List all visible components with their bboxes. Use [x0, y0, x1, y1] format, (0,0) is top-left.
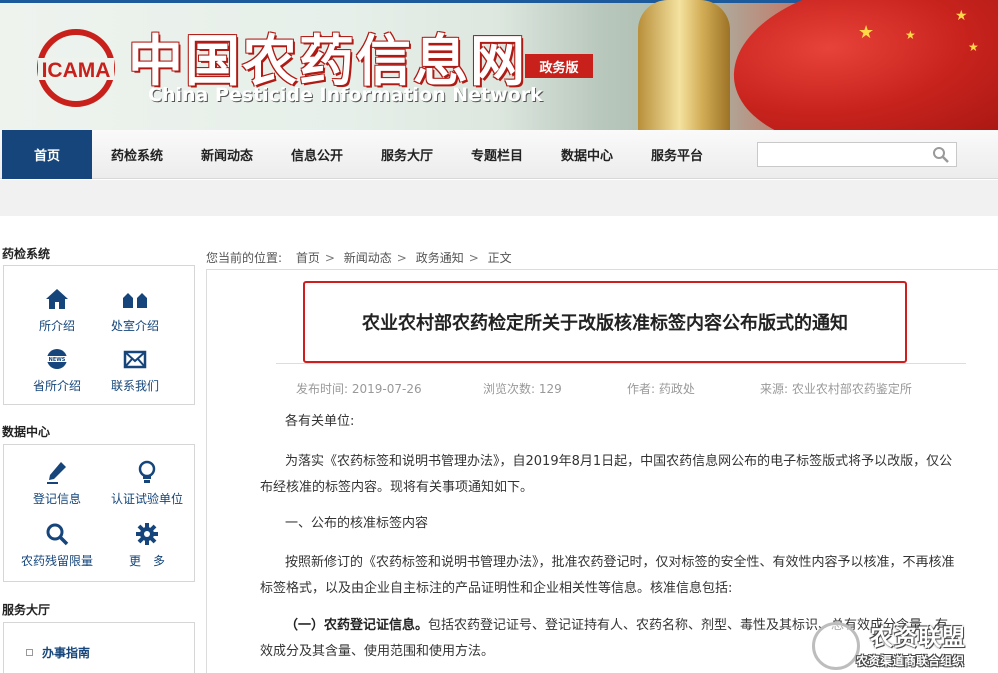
pencil-icon [47, 462, 66, 484]
sidebar-item-certified-test-units[interactable]: 认证试验单位 [102, 459, 192, 507]
nav-item-inspection-system[interactable]: 药检系统 [92, 130, 182, 179]
sidebar-box-service-hall: 办事指南 [3, 622, 195, 673]
site-banner: ★ ★ ★ ★ ICAMA 中国农药信息网 China Pesticide In… [0, 0, 998, 130]
sidebar-item-provincial-intro[interactable]: NEWS 省所介绍 [12, 346, 102, 394]
sidebar-item-label: 联系我们 [110, 379, 159, 393]
news-globe-icon: NEWS [46, 349, 68, 369]
nav-item-service-hall[interactable]: 服务大厅 [362, 130, 452, 179]
title-divider [276, 363, 966, 364]
icama-logo[interactable]: ICAMA [30, 28, 122, 108]
sidebar-item-institute-intro[interactable]: 所介绍 [12, 286, 102, 334]
search-icon [46, 523, 69, 546]
sidebar-section-title: 药检系统 [2, 247, 51, 261]
nav-item-info-disclosure[interactable]: 信息公开 [272, 130, 362, 179]
watermark-sub-text: 农资渠道商联合组织 [856, 654, 965, 668]
watermark-logo-icon [812, 622, 860, 670]
breadcrumb-item-notices[interactable]: 政务通知 [416, 251, 464, 265]
nav-item-news[interactable]: 新闻动态 [182, 130, 272, 179]
article-salutation: 各有关单位: [285, 414, 355, 429]
bullet-icon [26, 649, 33, 656]
sidebar-box-inspection: 所介绍 处室介绍 NEWS 省所介绍 联系我们 [3, 265, 195, 405]
site-subtitle: China Pesticide Information Network [148, 84, 543, 106]
sidebar-item-label: 办事指南 [42, 646, 91, 660]
sidebar-item-more[interactable]: 更 多 [102, 521, 192, 569]
source: 来源: 农业农村部农药鉴定所 [760, 382, 912, 396]
sidebar-item-residue-limits[interactable]: 农药残留限量 [12, 521, 102, 569]
star-icon: ★ [955, 8, 968, 24]
sidebar-item-label: 省所介绍 [32, 379, 81, 393]
svg-text:ICAMA: ICAMA [42, 59, 111, 82]
sidebar-section-title: 数据中心 [2, 425, 51, 439]
sidebar-box-data-center: 登记信息 认证试验单位 农药残留限量 更 多 [3, 444, 195, 582]
breadcrumb-item-home[interactable]: 首页 [296, 251, 320, 265]
sidebar-item-guide[interactable]: 办事指南 [26, 644, 90, 661]
edition-badge: 政务版 [525, 54, 593, 78]
svg-text:NEWS: NEWS [49, 357, 66, 363]
sidebar-item-label: 登记信息 [32, 492, 81, 506]
author: 作者: 药政处 [627, 382, 695, 396]
breadcrumb-item-current: 正文 [487, 251, 512, 265]
nav-item-home[interactable]: 首页 [2, 130, 92, 179]
article-paragraph: 按照新修订的《农药标签和说明书管理办法》，批准农药登记时，仅对标签的安全性、有效… [260, 555, 955, 596]
sidebar-item-label: 所介绍 [38, 319, 75, 333]
nav-item-data-center[interactable]: 数据中心 [542, 130, 632, 179]
article-title-box: 农业农村部农药检定所关于改版核准标签内容公布版式的通知 [303, 281, 907, 363]
breadcrumb: 您当前的位置: 首页 > 新闻动态 > 政务通知 > 正文 [206, 251, 512, 265]
gear-icon [136, 523, 158, 545]
buildings-icon [123, 293, 147, 308]
envelope-icon [123, 350, 147, 369]
view-count: 浏览次数: 129 [483, 382, 562, 396]
nav-item-service-platform[interactable]: 服务平台 [632, 130, 722, 179]
huabiao-pillar-decoration [638, 0, 730, 130]
sidebar-item-registration-info[interactable]: 登记信息 [12, 459, 102, 507]
search-input[interactable] [757, 142, 957, 167]
breadcrumb-item-news[interactable]: 新闻动态 [344, 251, 392, 265]
home-icon [46, 289, 68, 309]
article-title: 农业农村部农药检定所关于改版核准标签内容公布版式的通知 [362, 313, 848, 334]
lightbulb-icon [138, 460, 156, 483]
nav-spacer-band [0, 180, 998, 216]
star-icon: ★ [858, 22, 875, 43]
breadcrumb-prefix: 您当前的位置: [206, 251, 283, 265]
sidebar-item-office-intro[interactable]: 处室介绍 [90, 286, 180, 334]
sidebar-item-label: 处室介绍 [110, 319, 159, 333]
publish-date: 发布时间: 2019-07-26 [296, 382, 422, 396]
star-icon: ★ [905, 28, 916, 42]
sidebar-item-label: 认证试验单位 [110, 492, 183, 506]
article-item-lead: （一）农药登记证信息。 [285, 618, 429, 633]
main-nav: 首页 药检系统 新闻动态 信息公开 服务大厅 专题栏目 数据中心 服务平台 [0, 130, 998, 179]
watermark: 农资联盟 农资渠道商联合组织 [812, 618, 998, 673]
sidebar-item-contact-us[interactable]: 联系我们 [90, 346, 180, 394]
watermark-main-text: 农资联盟 [870, 625, 966, 651]
search-icon[interactable] [932, 146, 950, 164]
article-paragraph: 为落实《农药标签和说明书管理办法》，自2019年8月1日起，中国农药信息网公布的… [260, 454, 953, 495]
page: ★ ★ ★ ★ ICAMA 中国农药信息网 China Pesticide In… [0, 0, 998, 673]
nav-item-special-topics[interactable]: 专题栏目 [452, 130, 542, 179]
sidebar-item-label: 农药残留限量 [20, 554, 93, 568]
article-section-heading: 一、公布的核准标签内容 [285, 516, 429, 531]
sidebar-section-title: 服务大厅 [2, 603, 51, 617]
star-icon: ★ [968, 40, 979, 54]
sidebar-item-label: 更 多 [128, 554, 165, 568]
